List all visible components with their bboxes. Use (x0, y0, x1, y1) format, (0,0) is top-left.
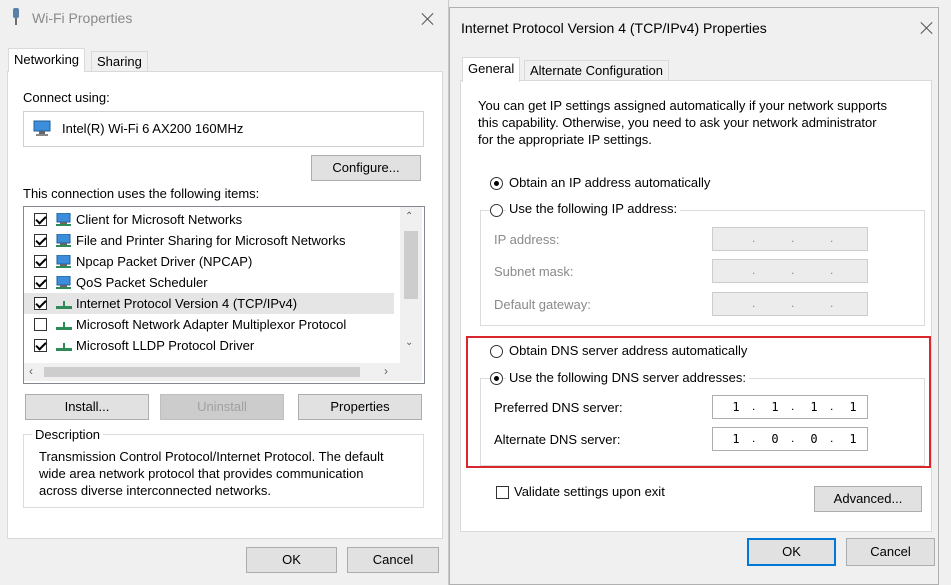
obtain-ip-auto-radio[interactable] (490, 177, 503, 190)
install-button[interactable]: Install... (25, 394, 149, 420)
list-item[interactable]: Npcap Packet Driver (NPCAP) (24, 251, 394, 272)
configure-button[interactable]: Configure... (311, 155, 421, 181)
ipv4-ok-button[interactable]: OK (747, 538, 836, 566)
scroll-down-icon[interactable]: ⌄ (405, 337, 413, 348)
item-label: Client for Microsoft Networks (76, 212, 243, 227)
tab-general[interactable]: General (462, 57, 521, 82)
wifi-window-title: Wi-Fi Properties (32, 10, 133, 26)
network-service-icon (55, 275, 73, 289)
wifi-properties-window: Wi-Fi Properties Networking Sharing Conn… (0, 0, 449, 585)
ipv4-properties-window: Internet Protocol Version 4 (TCP/IPv4) P… (449, 7, 939, 585)
intro-line-1: You can get IP settings assigned automat… (478, 98, 888, 113)
list-item[interactable]: Microsoft Network Adapter Multiplexor Pr… (24, 314, 394, 335)
adapter-name: Intel(R) Wi-Fi 6 AX200 160MHz (62, 121, 244, 136)
validate-settings-checkbox[interactable] (496, 486, 509, 499)
default-gateway-label: Default gateway: (494, 297, 591, 312)
items-list-content: Client for Microsoft Networks File and Pr… (24, 209, 400, 361)
connect-using-label: Connect using: (23, 90, 110, 105)
list-item[interactable]: Microsoft LLDP Protocol Driver (24, 335, 394, 356)
list-item[interactable]: QoS Packet Scheduler (24, 272, 394, 293)
subnet-mask-label: Subnet mask: (494, 264, 574, 279)
horizontal-scroll-thumb[interactable] (44, 367, 360, 377)
obtain-ip-auto-label[interactable]: Obtain an IP address automatically (509, 175, 710, 190)
vertical-scrollbar[interactable]: ⌃ ⌄ (400, 207, 422, 363)
advanced-button[interactable]: Advanced... (814, 486, 922, 512)
intro-line-2: this capability. Otherwise, you need to … (478, 115, 877, 130)
description-line-2: wide area network protocol that provides… (39, 466, 364, 481)
network-service-icon (55, 233, 73, 247)
tab-alternate-configuration[interactable]: Alternate Configuration (524, 60, 669, 81)
list-item[interactable]: File and Printer Sharing for Microsoft N… (24, 230, 394, 251)
use-following-ip-radio[interactable] (490, 204, 503, 217)
items-list: Client for Microsoft Networks File and Pr… (23, 206, 425, 384)
ipv4-window-title: Internet Protocol Version 4 (TCP/IPv4) P… (461, 20, 767, 36)
list-item[interactable]: Internet Protocol Version 4 (TCP/IPv4) (24, 293, 394, 314)
network-client-icon (55, 212, 73, 226)
item-checkbox[interactable] (34, 297, 47, 310)
ipv4-cancel-button[interactable]: Cancel (846, 538, 935, 566)
network-protocol-icon (55, 296, 73, 310)
adapter-box: Intel(R) Wi-Fi 6 AX200 160MHz (23, 111, 424, 147)
items-label: This connection uses the following items… (23, 186, 260, 201)
wifi-window-icon (11, 8, 21, 26)
scroll-thumb[interactable] (404, 231, 418, 299)
item-checkbox[interactable] (34, 339, 47, 352)
list-item[interactable]: Client for Microsoft Networks (24, 209, 394, 230)
dns-highlight-box (466, 336, 931, 468)
item-label: Microsoft Network Adapter Multiplexor Pr… (76, 317, 347, 332)
description-line-1: Transmission Control Protocol/Internet P… (39, 449, 384, 464)
item-checkbox[interactable] (34, 318, 47, 331)
horizontal-scrollbar[interactable]: ‹ › (24, 363, 422, 381)
uninstall-button: Uninstall (160, 394, 284, 420)
scroll-left-icon[interactable]: ‹ (29, 364, 33, 378)
network-adapter-icon (33, 120, 51, 139)
item-checkbox[interactable] (34, 213, 47, 226)
item-checkbox[interactable] (34, 234, 47, 247)
description-line-3: across diverse interconnected networks. (39, 483, 271, 498)
network-service-icon (55, 254, 73, 268)
item-label: Internet Protocol Version 4 (TCP/IPv4) (76, 296, 298, 311)
network-protocol-icon (55, 317, 73, 331)
scroll-up-icon[interactable]: ⌃ (405, 211, 413, 222)
description-label: Description (32, 427, 104, 442)
item-label: QoS Packet Scheduler (76, 275, 208, 290)
item-label: Microsoft LLDP Protocol Driver (76, 338, 255, 353)
item-checkbox[interactable] (34, 255, 47, 268)
item-label: Npcap Packet Driver (NPCAP) (76, 254, 253, 269)
default-gateway-field: ... (712, 292, 868, 316)
tab-sharing[interactable]: Sharing (91, 51, 148, 72)
scroll-right-icon[interactable]: › (384, 364, 388, 378)
subnet-mask-field: ... (712, 259, 868, 283)
intro-line-3: for the appropriate IP settings. (478, 132, 652, 147)
properties-button[interactable]: Properties (298, 394, 422, 420)
network-protocol-icon (55, 338, 73, 352)
networking-panel: Connect using: Intel(R) Wi-Fi 6 AX200 16… (7, 71, 443, 539)
item-label: File and Printer Sharing for Microsoft N… (76, 233, 346, 248)
use-following-dns-radio[interactable] (490, 372, 503, 385)
close-icon[interactable] (418, 9, 438, 29)
tab-networking[interactable]: Networking (8, 48, 86, 72)
close-icon[interactable] (917, 18, 937, 38)
ip-address-field: ... (712, 227, 868, 251)
wifi-cancel-button[interactable]: Cancel (347, 547, 439, 573)
ip-address-label: IP address: (494, 232, 560, 247)
validate-settings-label[interactable]: Validate settings upon exit (514, 484, 665, 499)
wifi-ok-button[interactable]: OK (246, 547, 337, 573)
item-checkbox[interactable] (34, 276, 47, 289)
use-following-ip-label[interactable]: Use the following IP address: (506, 201, 681, 216)
